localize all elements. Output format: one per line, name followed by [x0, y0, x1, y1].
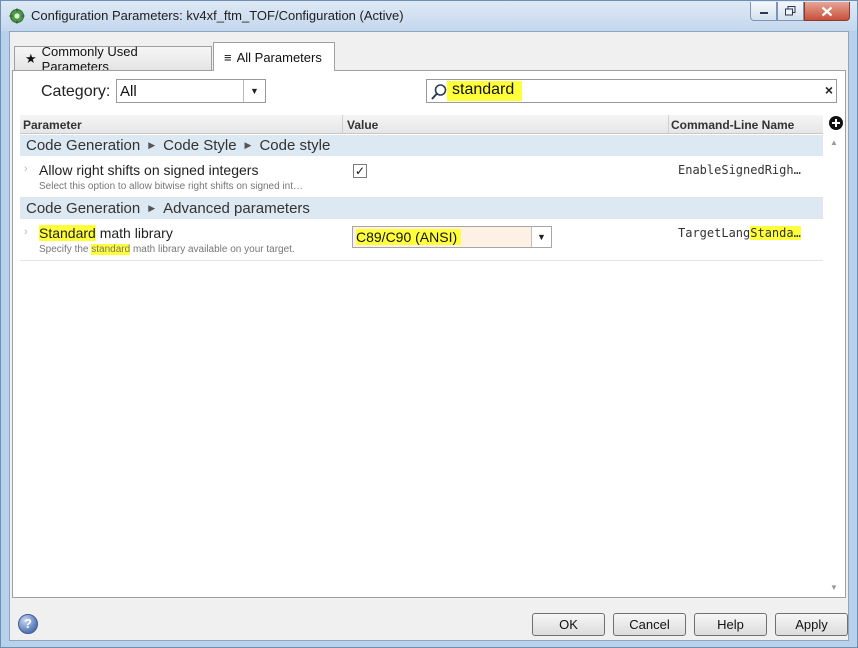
category-dropdown[interactable]: All ▼	[116, 79, 266, 103]
column-header-parameter[interactable]: Parameter	[23, 118, 82, 132]
breadcrumb-item: Code Generation	[26, 137, 141, 154]
config-parameters-window: Configuration Parameters: kv4xf_ftm_TOF/…	[0, 0, 858, 648]
all-parameters-panel: Category: All ▼ standard × Parameter Val…	[12, 70, 846, 598]
table-header: Parameter Value Command-Line Name	[20, 115, 823, 134]
minimize-button[interactable]	[750, 2, 777, 21]
group-row-code-style[interactable]: Code Generation ▶ Code Style ▶ Code styl…	[20, 135, 823, 156]
search-input[interactable]: standard ×	[426, 79, 837, 103]
search-text: standard	[447, 81, 523, 101]
add-column-icon[interactable]	[828, 115, 844, 131]
group-row-advanced-parameters[interactable]: Code Generation ▶ Advanced parameters	[20, 198, 823, 219]
breadcrumb-item: Advanced parameters	[163, 200, 310, 217]
tab-label: All Parameters	[236, 49, 322, 65]
command-line-name: EnableSignedRigh…	[678, 163, 801, 177]
search-match-highlight: Standard	[39, 225, 96, 241]
close-window-button[interactable]	[804, 2, 850, 21]
minimize-icon	[759, 12, 768, 14]
simulink-gear-icon	[9, 8, 25, 24]
chevron-right-icon: ▶	[148, 203, 156, 213]
search-match-highlight: Standa…	[750, 226, 801, 240]
tab-label: Commonly Used Parameters	[41, 43, 138, 74]
star-icon: ★	[25, 50, 37, 66]
tab-commonly-used-parameters[interactable]: ★ Commonly Used Parameters	[14, 44, 212, 74]
help-question-icon[interactable]: ?	[18, 614, 38, 634]
breadcrumb-item: Code Style	[163, 137, 237, 154]
chevron-down-icon[interactable]: ▼	[531, 227, 551, 247]
parameter-description: Select this option to allow bitwise righ…	[39, 181, 304, 192]
command-line-name: TargetLangStanda…	[678, 226, 818, 240]
expand-row-icon[interactable]: ›	[24, 226, 28, 238]
search-icon	[431, 84, 447, 100]
chevron-down-icon[interactable]: ▼	[243, 80, 265, 102]
column-header-command-line-name[interactable]: Command-Line Name	[671, 118, 794, 132]
column-header-value[interactable]: Value	[347, 118, 378, 132]
chevron-right-icon: ▶	[244, 140, 252, 150]
description-prefix: Specify the	[39, 244, 92, 255]
expand-row-icon[interactable]: ›	[24, 163, 28, 175]
parameter-name: Allow right shifts on signed integers	[39, 162, 259, 178]
standard-math-library-dropdown[interactable]: C89/C90 (ANSI) ▼	[352, 226, 552, 248]
tab-all-parameters[interactable]: ≡ All Parameters	[213, 42, 335, 71]
category-value: All	[120, 83, 137, 100]
list-icon: ≡	[224, 49, 232, 65]
vertical-scrollbar[interactable]: ▲ ▼	[826, 134, 844, 594]
cancel-button[interactable]: Cancel	[613, 613, 686, 636]
maximize-button[interactable]	[777, 2, 804, 21]
selected-value: C89/C90 (ANSI)	[356, 229, 462, 245]
clear-search-icon[interactable]: ×	[825, 82, 833, 98]
apply-button[interactable]: Apply	[775, 613, 848, 636]
title-bar[interactable]: Configuration Parameters: kv4xf_ftm_TOF/…	[1, 1, 857, 31]
restore-icon	[785, 6, 796, 16]
scroll-down-icon[interactable]: ▼	[830, 583, 838, 592]
description-suffix: math library available on your target.	[130, 244, 295, 255]
scroll-up-icon[interactable]: ▲	[830, 138, 838, 147]
table-row-allow-right-shifts[interactable]: › Allow right shifts on signed integers …	[20, 157, 823, 198]
parameter-name-rest: math library	[95, 225, 173, 241]
chevron-right-icon: ▶	[148, 140, 156, 150]
help-button[interactable]: Help	[694, 613, 767, 636]
search-match-highlight: standard	[91, 244, 131, 255]
close-icon	[821, 6, 833, 16]
table-row-standard-math-library[interactable]: › Standard math library Specify the stan…	[20, 220, 823, 261]
breadcrumb-item: Code style	[259, 137, 331, 154]
parameter-description: Specify the standard math library availa…	[39, 244, 295, 255]
category-label: Category:	[41, 83, 111, 100]
window-title: Configuration Parameters: kv4xf_ftm_TOF/…	[31, 8, 404, 23]
parameter-name: Standard math library	[39, 225, 173, 241]
dialog-body: ★ Commonly Used Parameters ≡ All Paramet…	[9, 31, 849, 641]
breadcrumb-item: Code Generation	[26, 200, 141, 217]
command-line-prefix: TargetLang	[678, 226, 751, 240]
ok-button[interactable]: OK	[532, 613, 605, 636]
allow-right-shifts-checkbox[interactable]: ✓	[353, 164, 367, 178]
